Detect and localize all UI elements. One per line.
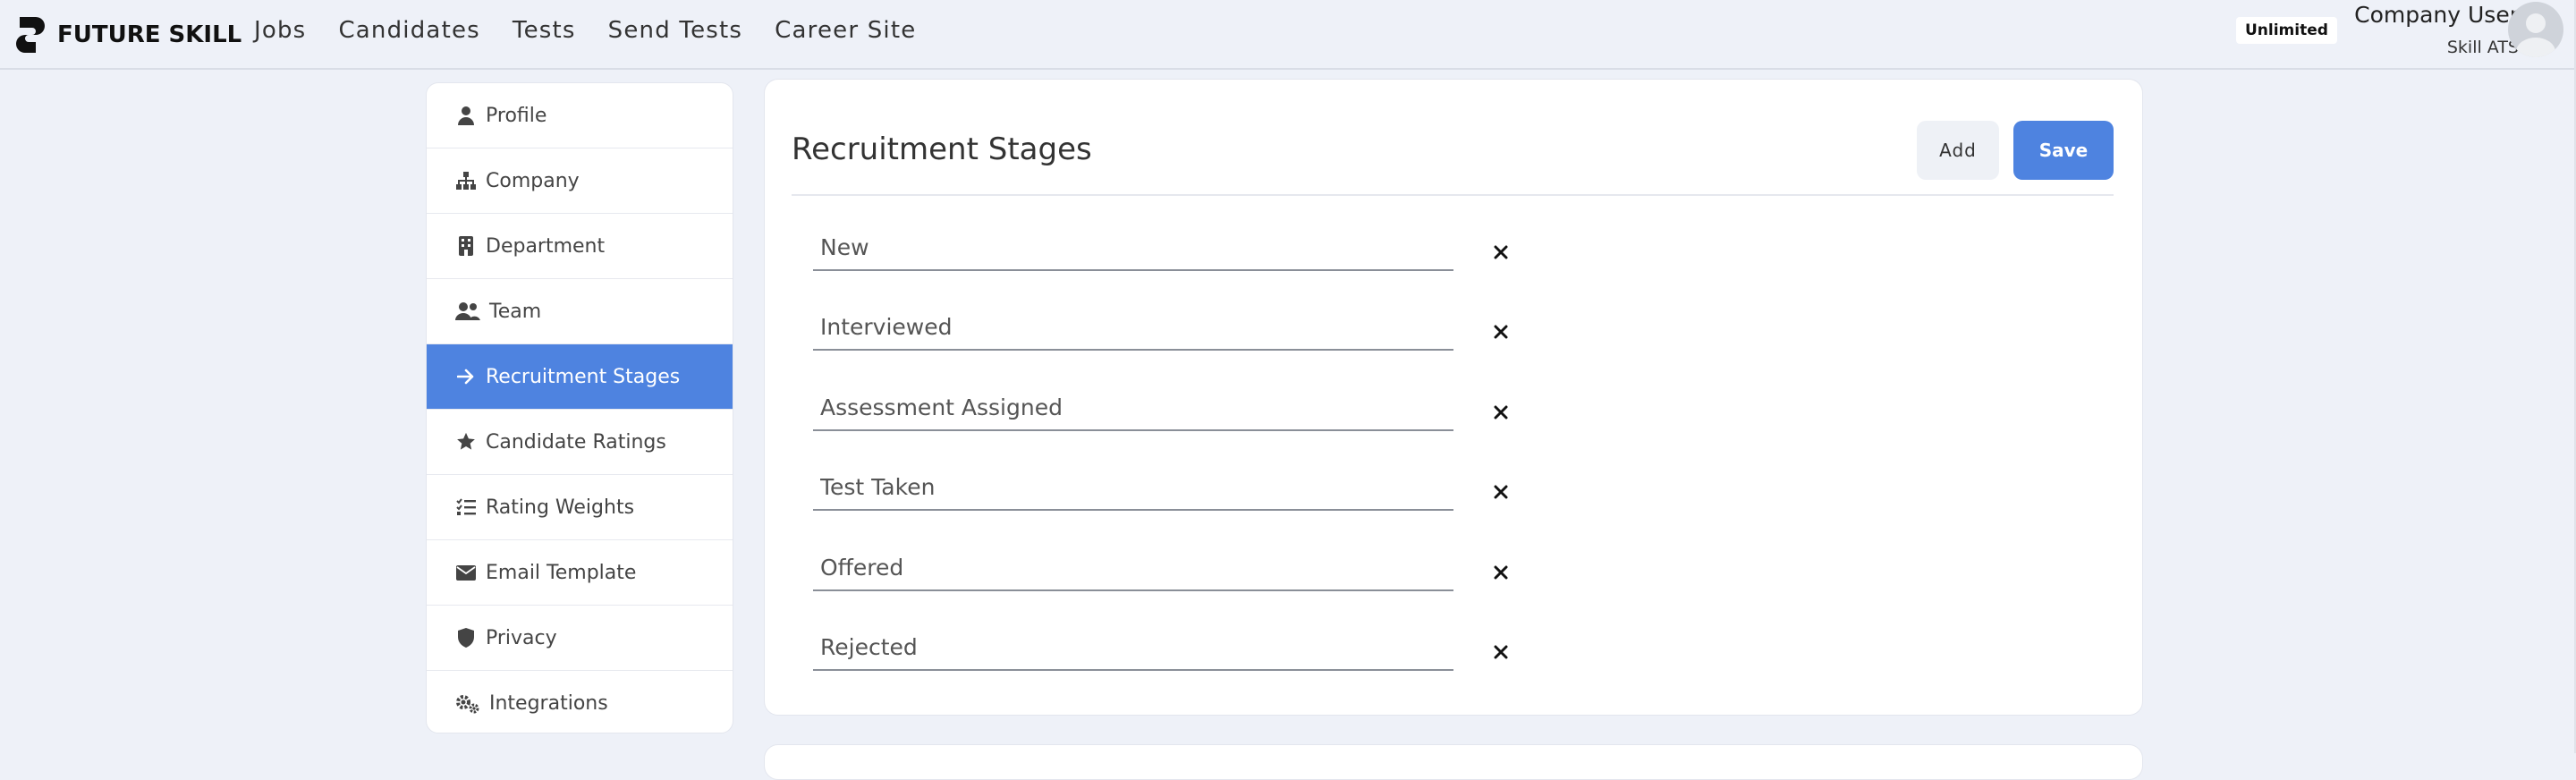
close-icon[interactable] <box>1489 401 1513 424</box>
nav-link-career-site[interactable]: Career Site <box>775 17 916 44</box>
sidebar-item-label: Email Template <box>486 561 637 584</box>
future-skill-logo-icon <box>16 17 45 53</box>
stage-row <box>813 385 1529 438</box>
sidebar-item-department[interactable]: Department <box>427 214 733 279</box>
save-button[interactable]: Save <box>2013 121 2114 180</box>
sidebar-item-label: Recruitment Stages <box>486 365 681 388</box>
sidebar-item-integrations[interactable]: Integrations <box>427 671 733 733</box>
sidebar-item-label: Integrations <box>489 692 608 715</box>
stage-input[interactable] <box>813 545 1453 591</box>
stage-row <box>813 304 1529 358</box>
stage-input[interactable] <box>813 385 1453 431</box>
sidebar-item-rating-weights[interactable]: Rating Weights <box>427 475 733 540</box>
next-card-edge <box>764 744 2143 780</box>
sidebar-item-label: Rating Weights <box>486 496 635 519</box>
page-title: Recruitment Stages <box>792 131 1092 167</box>
sidebar-item-label: Profile <box>486 104 547 127</box>
sidebar-item-candidate-ratings[interactable]: Candidate Ratings <box>427 410 733 475</box>
shield-icon <box>455 627 477 649</box>
sitemap-icon <box>455 170 477 191</box>
header-divider <box>792 194 2114 196</box>
user-name[interactable]: Company User <box>2340 2 2519 28</box>
close-icon[interactable] <box>1489 241 1513 264</box>
nav-link-tests[interactable]: Tests <box>513 17 576 44</box>
sidebar-item-email-template[interactable]: Email Template <box>427 540 733 606</box>
building-icon <box>455 235 477 257</box>
brand-name: FUTURE SKILL <box>57 21 242 48</box>
stage-input[interactable] <box>813 624 1453 671</box>
sidebar-item-label: Candidate Ratings <box>486 430 666 454</box>
stage-row <box>813 624 1529 678</box>
star-icon <box>455 431 477 453</box>
nav-link-candidates[interactable]: Candidates <box>338 17 479 44</box>
main-nav: Jobs Candidates Tests Send Tests Career … <box>254 0 948 61</box>
sidebar-item-recruitment-stages[interactable]: Recruitment Stages <box>427 344 733 410</box>
arrow-right-icon <box>455 366 477 387</box>
stage-row <box>813 545 1529 598</box>
sidebar-item-company[interactable]: Company <box>427 148 733 214</box>
stage-input[interactable] <box>813 464 1453 511</box>
sidebar-item-label: Company <box>486 169 580 192</box>
sidebar-item-label: Privacy <box>486 626 557 649</box>
sidebar-item-label: Department <box>486 234 606 258</box>
nav-link-send-tests[interactable]: Send Tests <box>608 17 743 44</box>
sidebar-item-label: Team <box>489 300 542 323</box>
top-navbar: FUTURE SKILL Jobs Candidates Tests Send … <box>0 0 2576 70</box>
recruitment-stages-card: Recruitment Stages Add Save <box>764 79 2143 716</box>
stage-row <box>813 464 1529 518</box>
sidebar-item-profile[interactable]: Profile <box>427 83 733 148</box>
stage-row <box>813 225 1529 278</box>
gears-icon <box>455 693 480 715</box>
user-icon <box>455 105 477 126</box>
close-icon[interactable] <box>1489 640 1513 664</box>
org-name: Skill ATS <box>2446 38 2519 57</box>
add-stage-button[interactable]: Add <box>1917 121 1999 180</box>
avatar-silhouette-icon <box>2516 13 2555 57</box>
close-icon[interactable] <box>1489 480 1513 504</box>
plan-badge: Unlimited <box>2236 17 2337 44</box>
user-avatar-icon[interactable] <box>2508 2 2563 57</box>
close-icon[interactable] <box>1489 561 1513 584</box>
sidebar-item-team[interactable]: Team <box>427 279 733 344</box>
envelope-icon <box>455 562 477 583</box>
sidebar-item-privacy[interactable]: Privacy <box>427 606 733 671</box>
nav-link-jobs[interactable]: Jobs <box>254 17 306 44</box>
stage-input[interactable] <box>813 225 1453 271</box>
users-icon <box>455 301 480 322</box>
settings-sidebar: Profile Company Department Team Recruitm… <box>426 82 733 733</box>
brand[interactable]: FUTURE SKILL <box>14 9 242 61</box>
close-icon[interactable] <box>1489 320 1513 343</box>
list-check-icon <box>455 496 477 518</box>
stage-input[interactable] <box>813 304 1453 351</box>
